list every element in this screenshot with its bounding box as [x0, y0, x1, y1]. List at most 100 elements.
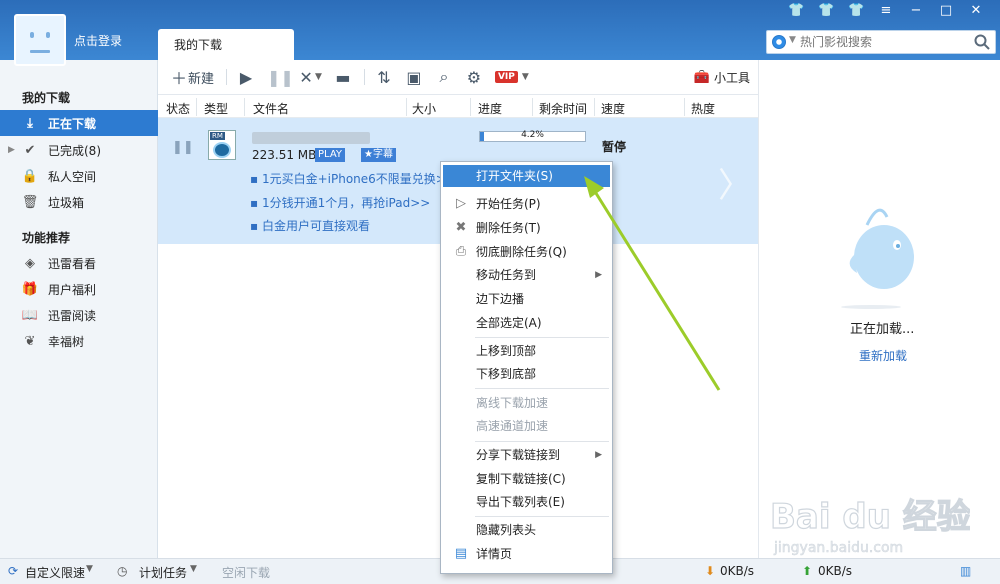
col-type[interactable]: 类型 — [204, 100, 228, 117]
skin-shirt-icon-3[interactable]: 👕 — [848, 3, 864, 18]
menu-delete-task[interactable]: ✖ 删除任务(T) — [443, 217, 610, 239]
col-remaining[interactable]: 剩余时间 — [539, 100, 587, 117]
menu-start-task[interactable]: ▷ 开始任务(P) — [443, 193, 610, 215]
download-icon: ⤓ — [27, 115, 33, 131]
sidebar-item-trash[interactable]: 🗑 垃圾箱 — [0, 189, 158, 215]
baidu-watermark-logo: Bai du 经验 jingyan.baidu.com — [770, 496, 970, 556]
start-button[interactable]: ▶ — [237, 68, 255, 87]
leaf-icon: ❦ — [24, 333, 36, 349]
sort-button[interactable]: ⇅ — [375, 68, 393, 87]
rm-video-file-icon: RM — [208, 130, 236, 160]
chevron-down-icon[interactable]: ▼ — [789, 35, 796, 45]
reload-link[interactable]: 重新加载 — [859, 347, 907, 364]
chevron-right-icon[interactable]: 〉 — [718, 158, 752, 207]
chevron-down-icon[interactable]: ▼ — [190, 564, 197, 574]
menu-play-while-download[interactable]: 边下边播 — [443, 288, 610, 310]
task-count-button[interactable]: ▣ — [405, 68, 423, 87]
minimize-icon[interactable]: − — [908, 3, 924, 18]
menu-open-folder[interactable]: 打开文件夹(S) — [443, 165, 610, 187]
pause-button[interactable]: ❚❚ — [267, 67, 294, 87]
chevron-down-icon[interactable]: ▼ — [315, 72, 322, 82]
menu-move-task-to[interactable]: 移动任务到 ▶ — [443, 264, 610, 286]
promo-link[interactable]: ▪ 1元买白金+iPhone6不限量兑换> — [250, 170, 446, 187]
plus-icon: ＋ — [170, 69, 187, 88]
sidebar: 我的下载 ⤓ 正在下载 ▶ ✔ 已完成(8) 🔒 私人空间 🗑 垃圾箱 功能推荐… — [0, 60, 158, 558]
loading-text: 正在加载... — [850, 322, 915, 337]
menu-highspeed-accel: 高速通道加速 — [476, 419, 549, 433]
sidebar-item-user-welfare[interactable]: 🎁 用户福利 — [0, 276, 158, 302]
svg-text:jingyan.baidu.com: jingyan.baidu.com — [773, 540, 903, 556]
window-controls: 👕 👕 👕 ≡ − □ ✕ — [788, 3, 984, 18]
clock-icon[interactable]: ◷ — [117, 564, 127, 578]
menu-details[interactable]: ▤ 详情页 — [443, 543, 610, 565]
search-icon[interactable] — [973, 33, 991, 51]
printer-icon: ⎙ — [455, 244, 467, 259]
menu-select-all[interactable]: 全部选定(A) — [443, 312, 610, 334]
right-panel: 正在加载... 重新加载 — [758, 60, 1000, 558]
promo-link[interactable]: ▪ 白金用户可直接观看 — [250, 217, 370, 234]
check-icon: ✔ — [24, 142, 36, 158]
login-link[interactable]: 点击登录 — [74, 32, 122, 49]
filename-blurred — [252, 132, 370, 144]
speed-limit-icon[interactable]: ⟳ — [8, 564, 18, 578]
counter-icon: ▣ — [406, 67, 422, 87]
pause-icon: ❚❚ — [267, 67, 294, 87]
col-speed[interactable]: 速度 — [601, 100, 625, 117]
progress-label: 4.2% — [521, 130, 544, 140]
chevron-down-icon[interactable]: ▼ — [86, 564, 93, 574]
col-heat[interactable]: 热度 — [691, 100, 715, 117]
skin-shirt-icon-2[interactable]: 👕 — [818, 3, 834, 18]
sidebar-item-reading[interactable]: 📖 迅雷阅读 — [0, 302, 158, 328]
col-progress[interactable]: 进度 — [478, 100, 502, 117]
search-engine-logo-icon[interactable] — [772, 35, 786, 49]
sidebar-item-downloading[interactable]: ⤓ 正在下载 — [0, 110, 158, 136]
avatar[interactable] — [14, 14, 66, 66]
open-folder-button[interactable]: ▬ — [334, 68, 352, 87]
menu-export-list[interactable]: 导出下载列表(E) — [443, 491, 610, 513]
menu-icon[interactable]: ≡ — [878, 3, 894, 18]
maximize-icon[interactable]: □ — [938, 3, 954, 18]
sidebar-section-title-2: 功能推荐 — [22, 231, 71, 245]
delete-x-icon: ✖ — [455, 220, 467, 235]
subtitle-button[interactable]: ★字幕 — [361, 148, 396, 162]
search-box[interactable]: ▼ — [766, 30, 996, 54]
small-tools-button[interactable]: 🧰 小工具 — [694, 69, 750, 86]
col-size[interactable]: 大小 — [412, 100, 436, 117]
sidebar-item-private[interactable]: 🔒 私人空间 — [0, 163, 158, 189]
toolbar: ＋ 新建 ▶ ❚❚ ✕ ▼ ▬ ⇅ ▣ ⌕ ⚙ VIP ▼ 🧰 小工具 — [158, 60, 758, 95]
menu-delete-permanently[interactable]: ⎙ 彻底删除任务(Q) — [443, 241, 610, 263]
play-icon: ▶ — [239, 67, 253, 87]
new-task-button[interactable]: ＋ 新建 — [170, 65, 214, 89]
col-status[interactable]: 状态 — [166, 100, 190, 117]
folder-icon: ▬ — [335, 67, 351, 87]
vip-button[interactable]: VIP ▼ — [494, 71, 529, 83]
col-filename[interactable]: 文件名 — [253, 100, 289, 117]
settings-button[interactable]: ⚙ — [465, 68, 483, 87]
find-button[interactable]: ⌕ — [435, 67, 453, 87]
plan-task-button[interactable]: 计划任务 — [139, 564, 187, 581]
idle-download-button[interactable]: 空闲下载 — [222, 564, 270, 581]
sidebar-item-xunlei-kankan[interactable]: ◈ 迅雷看看 — [0, 250, 158, 276]
search-input[interactable] — [800, 34, 970, 50]
chevron-down-icon[interactable]: ▼ — [522, 72, 529, 82]
sidebar-item-completed[interactable]: ▶ ✔ 已完成(8) — [0, 137, 158, 163]
promo-link[interactable]: ▪ 1分钱开通1个月，再抢iPad>> — [250, 194, 430, 211]
lock-icon: 🔒 — [21, 168, 39, 184]
speed-limit-button[interactable]: 自定义限速 — [25, 564, 85, 581]
chevron-right-icon[interactable]: ▶ — [8, 145, 15, 155]
close-icon[interactable]: ✕ — [968, 3, 984, 18]
play-button[interactable]: PLAY — [315, 148, 346, 162]
panel-toggle-icon[interactable]: ▥ — [960, 564, 971, 578]
pause-icon[interactable]: ❚❚ — [172, 140, 194, 155]
menu-move-top[interactable]: 上移到顶部 — [443, 340, 610, 362]
menu-share-link[interactable]: 分享下载链接到 ▶ — [443, 444, 610, 466]
delete-button[interactable]: ✕ ▼ — [297, 68, 322, 87]
tab-my-downloads[interactable]: 我的下载 — [158, 29, 294, 60]
menu-copy-link[interactable]: 复制下载链接(C) — [443, 468, 610, 490]
speed-status: 暂停 — [602, 140, 627, 154]
menu-hide-header[interactable]: 隐藏列表头 — [443, 519, 610, 541]
skin-shirt-icon[interactable]: 👕 — [788, 3, 804, 18]
submenu-arrow-icon: ▶ — [595, 270, 602, 280]
menu-move-bottom[interactable]: 下移到底部 — [443, 363, 610, 385]
sidebar-item-happy-tree[interactable]: ❦ 幸福树 — [0, 328, 158, 354]
